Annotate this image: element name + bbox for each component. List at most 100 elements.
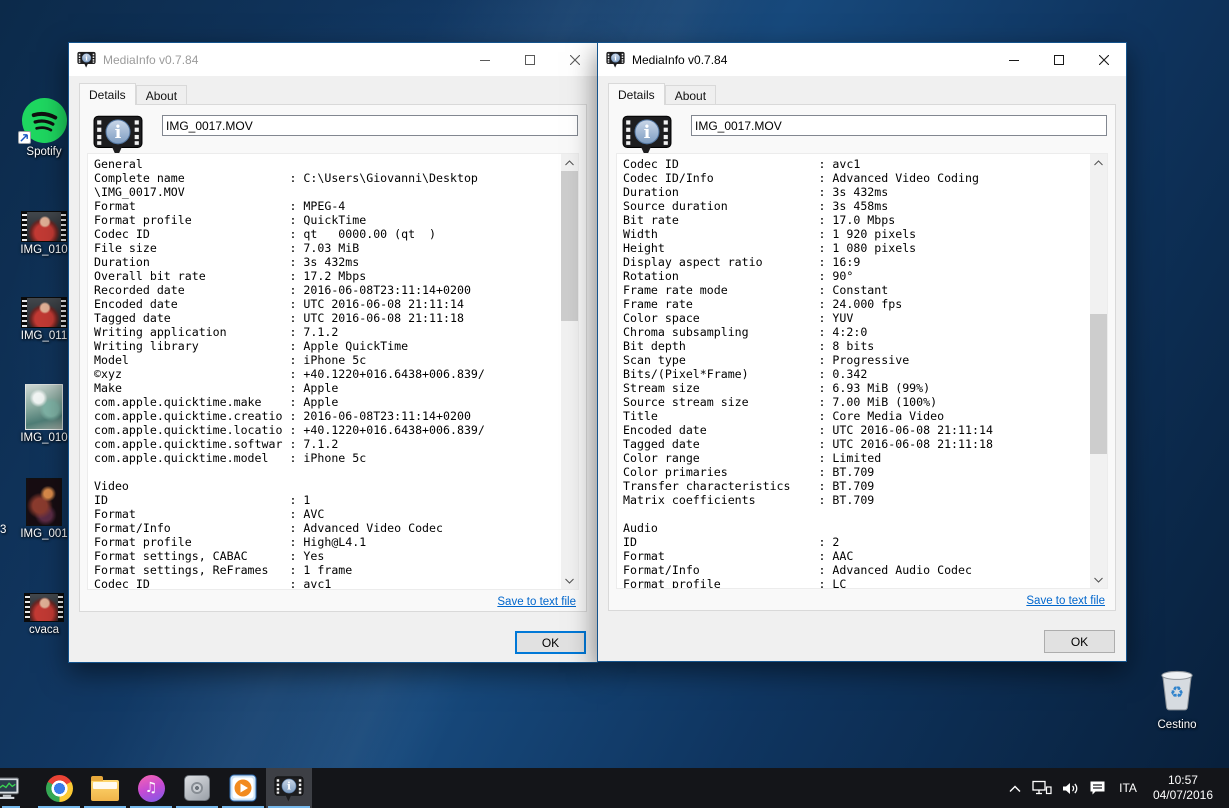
taskbar-button-mediainfo[interactable] [266,768,312,808]
taskbar-button-system-monitor[interactable] [0,768,22,808]
maximize-button[interactable] [1036,43,1081,76]
info-line: com.apple.quicktime.model : iPhone 5c [94,451,367,465]
taskbar-button-windows-media-player[interactable] [220,768,266,808]
desktop-icon-label: Spotify [26,146,62,158]
tray-network-icon[interactable] [1027,768,1057,808]
info-line: Format : AVC [94,507,325,521]
info-line: Color space : YUV [623,311,854,325]
info-line: \IMG_0017.MOV [94,185,185,199]
info-line: ID : 1 [94,493,311,507]
desktop-icon-img010-photo[interactable]: IMG_010 [12,380,76,445]
tray-action-center-icon[interactable] [1084,768,1111,808]
minimize-button[interactable] [991,43,1036,76]
scrollbar-thumb[interactable] [561,171,578,321]
close-button[interactable] [552,43,597,76]
close-button[interactable] [1081,43,1126,76]
scroll-up-button[interactable] [1090,154,1107,171]
maximize-button[interactable] [507,43,552,76]
desktop-icon-label: cvaca [28,624,60,636]
info-line: ID : 2 [623,535,840,549]
save-to-text-file-link[interactable]: Save to text file [497,596,576,608]
scrollbar-thumb[interactable] [1090,314,1107,454]
desktop-icon-spotify[interactable]: Spotify [12,94,76,159]
info-line: Source duration : 3s 458ms [623,199,889,213]
tray-language-indicator[interactable]: ITA [1111,781,1145,795]
scroll-down-button[interactable] [561,572,578,589]
info-line: Chroma subsampling : 4:2:0 [623,325,868,339]
filename-input[interactable] [691,115,1107,136]
scroll-up-button[interactable] [561,154,578,171]
info-line: Height : 1 080 pixels [623,241,917,255]
tab-strip: Details About [69,83,597,105]
window-title: MediaInfo v0.7.84 [103,52,199,67]
info-line: Video [94,479,129,493]
info-line: Format settings, ReFrames : 1 frame [94,563,353,577]
taskbar-button-itunes[interactable]: ♫ [128,768,174,808]
desktop-icon-label: IMG_001 [20,528,68,540]
tab-details[interactable]: Details [608,83,665,105]
media-info-text-area[interactable]: General Complete name : C:\Users\Giovanni… [87,153,579,590]
info-line: com.apple.quicktime.locatio : +40.1220+0… [94,423,485,437]
taskbar-button-chrome[interactable] [36,768,82,808]
info-line: Writing library : Apple QuickTime [94,339,409,353]
save-to-text-file-link[interactable]: Save to text file [1026,595,1105,607]
info-lines: General Complete name : C:\Users\Giovanni… [88,154,561,589]
clipped-icon-label: 3 [0,524,7,536]
info-line: Tagged date : UTC 2016-06-08 21:11:18 [94,311,464,325]
recycle-bin-icon: ♻ [1161,670,1193,711]
tab-about[interactable]: About [664,85,717,104]
minimize-button[interactable] [462,43,507,76]
tab-strip: Details About [598,83,1126,105]
info-line: Stream size : 6.93 MiB (99%) [623,381,931,395]
info-line: Codec ID : avc1 [623,157,861,171]
tab-details[interactable]: Details [79,83,136,105]
info-line: Matrix coefficients : BT.709 [623,493,875,507]
shortcut-arrow-icon [18,131,31,144]
desktop-icon-label: IMG_010 [20,244,68,256]
mediainfo-app-icon [77,51,96,68]
tray-clock[interactable]: 10:57 04/07/2016 [1145,773,1221,803]
titlebar[interactable]: MediaInfo v0.7.84 [598,43,1126,76]
info-line: Frame rate : 24.000 fps [623,297,903,311]
info-line: Audio [623,521,658,535]
info-line [94,465,561,479]
info-line: Title : Core Media Video [623,409,945,423]
windows-media-player-icon [229,774,257,802]
taskbar-button-media-converter[interactable] [174,768,220,808]
info-line: com.apple.quicktime.make : Apple [94,395,339,409]
desktop-icon-img010-video[interactable]: IMG_010 [12,192,76,257]
spotify-icon [12,94,76,144]
info-line: Overall bit rate : 17.2 Mbps [94,269,367,283]
desktop-icon-recycle-bin[interactable]: ♻ Cestino [1146,666,1208,732]
info-line: Encoded date : UTC 2016-06-08 21:11:14 [623,423,993,437]
tray-volume-icon[interactable] [1057,768,1084,808]
chrome-icon [45,774,73,802]
titlebar[interactable]: MediaInfo v0.7.84 [69,43,597,76]
media-info-text-area[interactable]: Codec ID : avc1 Codec ID/Info : Advanced … [616,153,1108,589]
vertical-scrollbar[interactable] [561,154,578,589]
tray-chevron-up-icon[interactable] [1003,768,1027,808]
photo-file-thumbnail [26,478,62,526]
taskbar-button-file-explorer[interactable] [82,768,128,808]
video-file-thumbnail [21,211,67,242]
info-line: Codec ID/Info : Advanced Video Coding [623,171,979,185]
taskbar: ♫ ITA 10:57 04/07/2016 [0,768,1229,808]
desktop-icon-img011-video[interactable]: IMG_011 [12,278,76,343]
info-line: Duration : 3s 432ms [94,255,360,269]
info-line: Display aspect ratio : 16:9 [623,255,861,269]
info-line: Duration : 3s 432ms [623,185,889,199]
info-line: Color primaries : BT.709 [623,465,875,479]
info-line: Format profile : QuickTime [94,213,367,227]
ok-button[interactable]: OK [1044,630,1115,653]
desktop-icon-img001[interactable]: IMG_001 [12,476,76,541]
info-line: com.apple.quicktime.creatio : 2016-06-08… [94,409,471,423]
vertical-scrollbar[interactable] [1090,154,1107,588]
filename-input[interactable] [162,115,578,136]
ok-button[interactable]: OK [515,631,586,654]
mediainfo-app-icon [606,51,625,68]
file-explorer-icon [91,776,119,801]
info-line [623,507,1090,521]
tab-about[interactable]: About [135,85,188,104]
scroll-down-button[interactable] [1090,571,1107,588]
desktop-icon-cvaca[interactable]: cvaca [12,572,76,637]
